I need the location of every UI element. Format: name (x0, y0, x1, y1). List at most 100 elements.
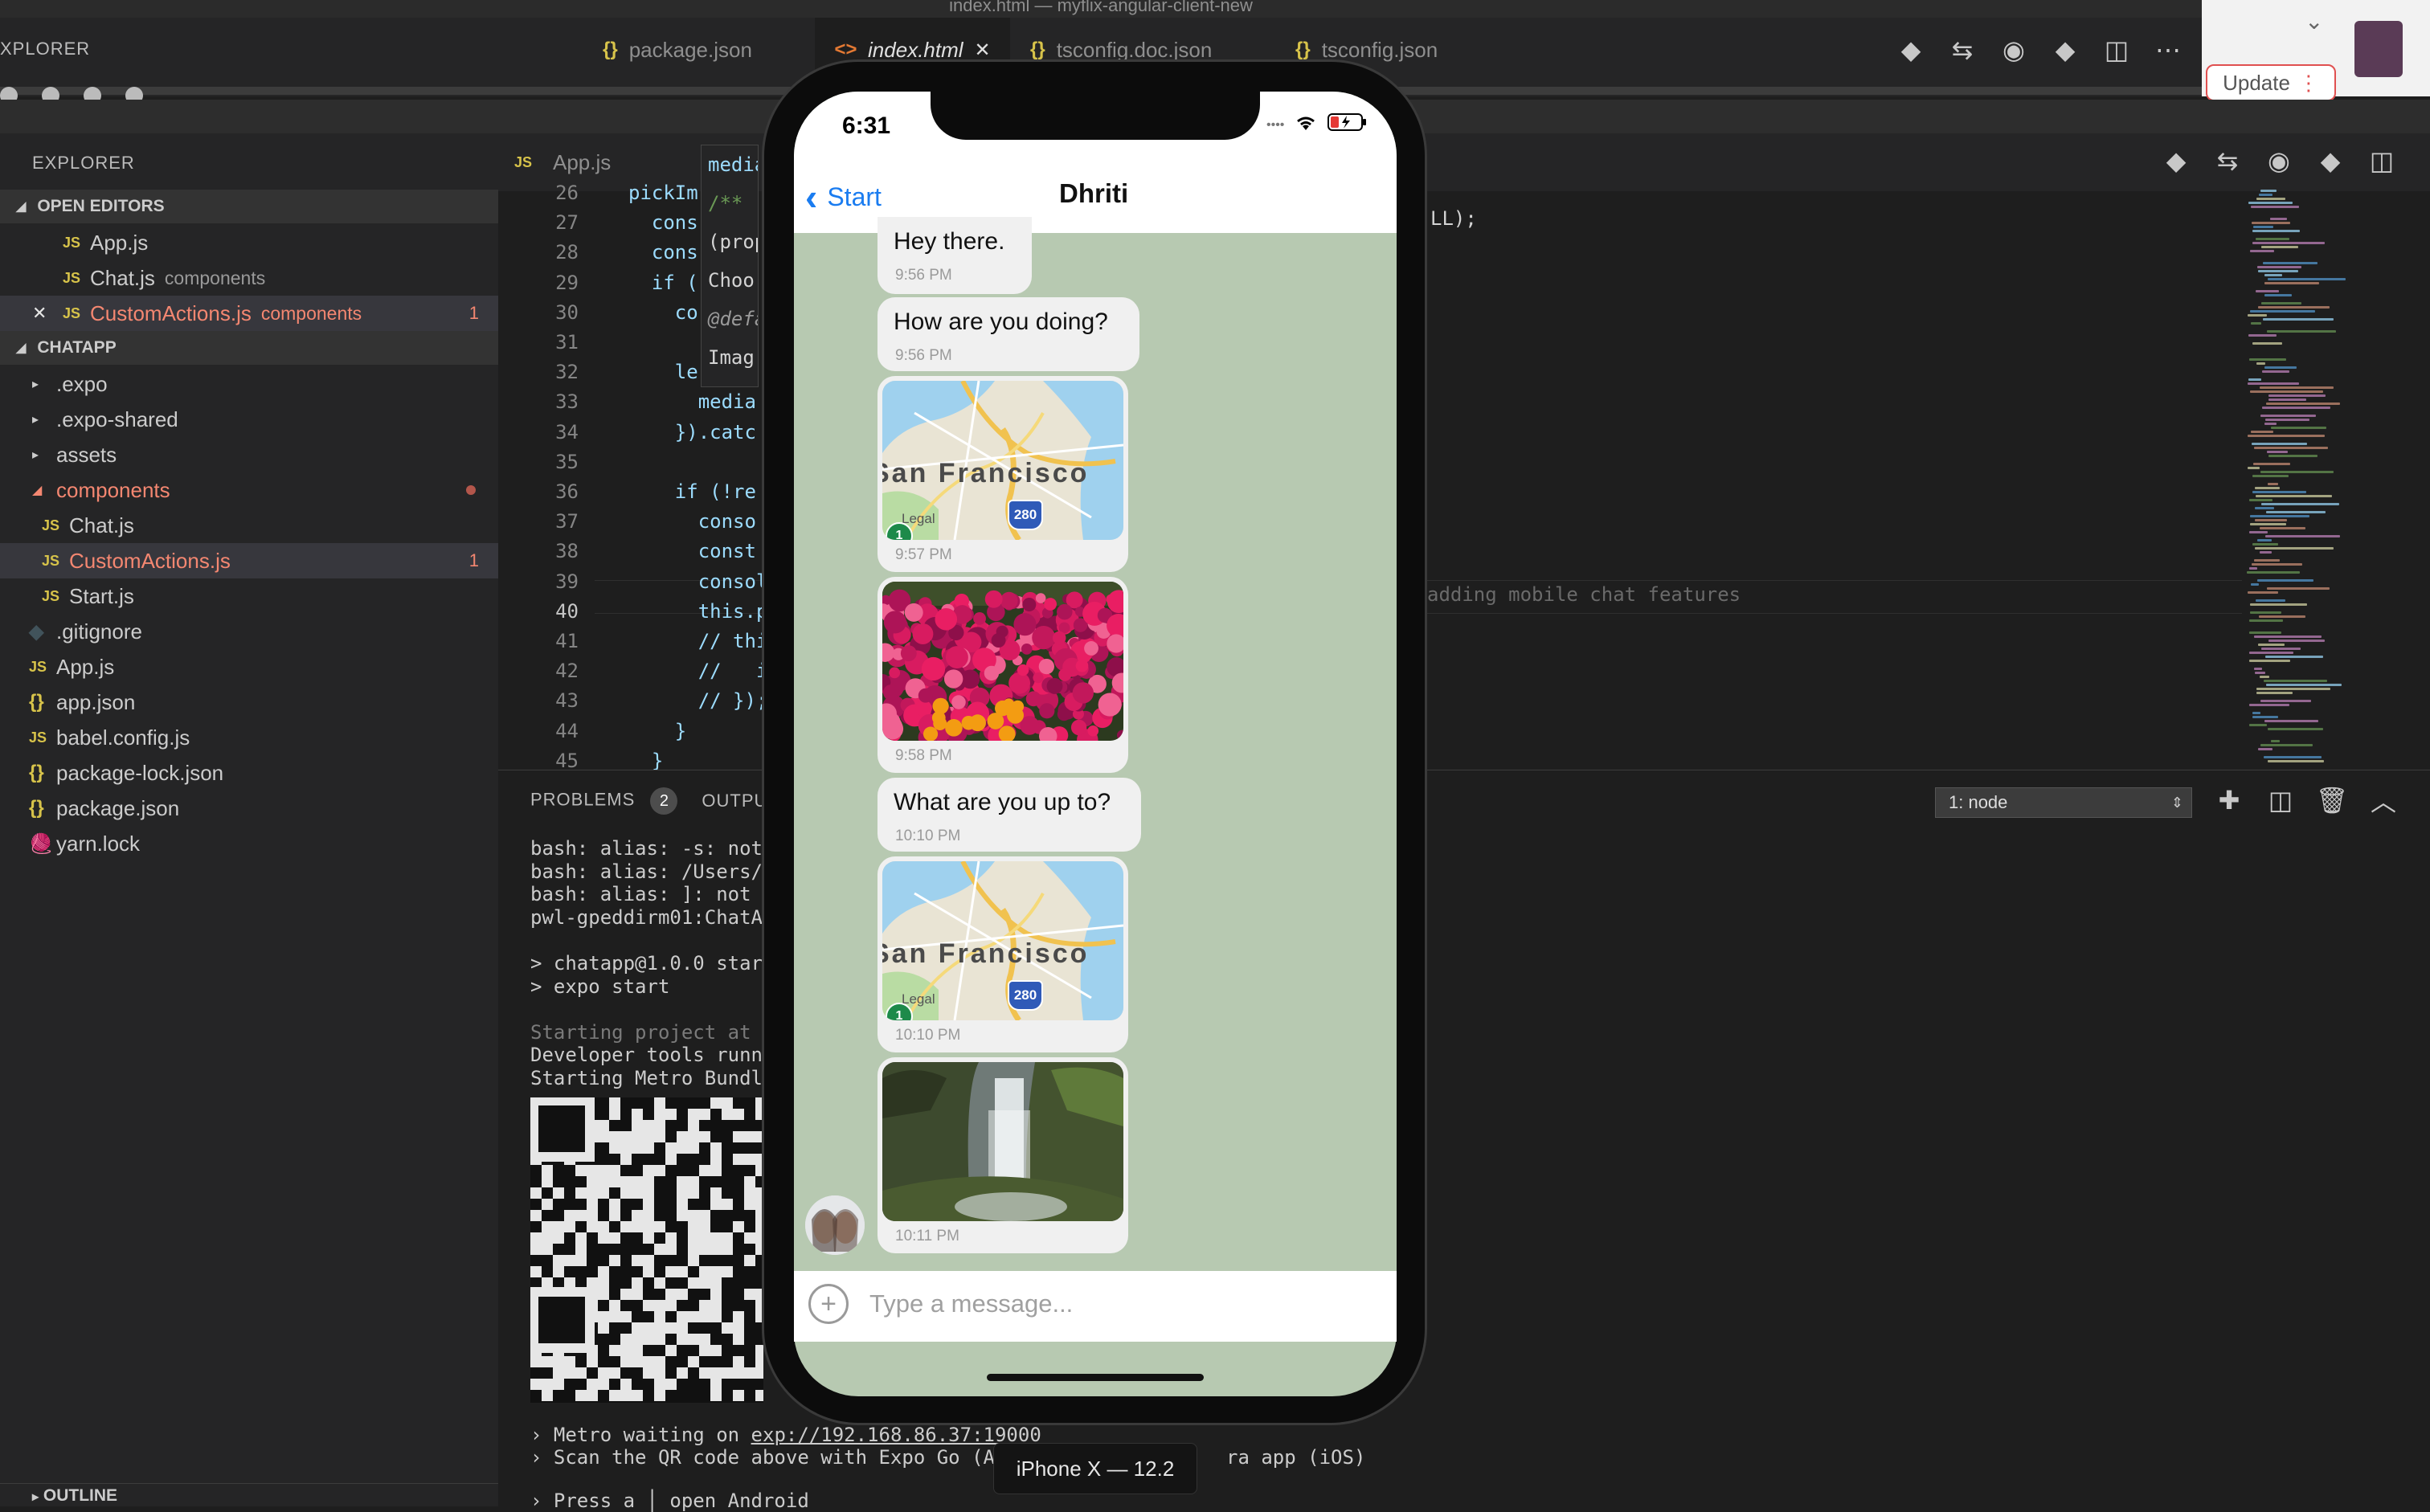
qr-module (575, 1390, 587, 1401)
minimap[interactable] (2242, 190, 2403, 768)
open-preview-icon[interactable]: ◉ (1991, 27, 2036, 72)
qr-module (598, 1289, 609, 1300)
git-diff-icon[interactable]: ◆ (1888, 27, 1933, 72)
code-line-tail: LL); (1430, 207, 1477, 230)
tab-problems[interactable]: PROBLEMS 2 (530, 787, 678, 815)
tree-file-chat-js[interactable]: JS Chat.js (0, 508, 498, 543)
qr-module (710, 1097, 722, 1109)
flower (1072, 682, 1094, 704)
qr-module (609, 1131, 620, 1142)
qr-module (542, 1199, 553, 1210)
qr-module (632, 1131, 643, 1142)
terminal-line: bash: alias: /Users/g (530, 860, 775, 883)
split-terminal-icon[interactable]: ◫ (2258, 778, 2303, 823)
more-actions-icon[interactable]: ⋯ (2146, 27, 2191, 72)
message-bubble-image[interactable]: 9:58 PM (878, 577, 1128, 773)
tree-file-start-js[interactable]: JS Start.js (0, 578, 498, 614)
open-editors-header[interactable]: ◢ OPEN EDITORS (0, 190, 498, 223)
tree-folder-components[interactable]: ◢ components (0, 472, 498, 508)
tree-file-gitignore[interactable]: ◆ .gitignore (0, 614, 498, 649)
message-bubble-image[interactable]: 10:11 PM (878, 1057, 1128, 1253)
message-bubble-location[interactable]: San Francisco Legal 280 1 9:57 PM (878, 376, 1128, 572)
tree-file-package-json[interactable]: {} package.json (0, 791, 498, 826)
qr-module (654, 1367, 665, 1379)
open-editor-chat-js[interactable]: JS Chat.js components (0, 260, 498, 296)
message-bubble[interactable]: Hey there. 9:56 PM (878, 217, 1032, 294)
tree-file-yarn-lock[interactable]: 🧶 yarn.lock (0, 826, 498, 861)
suggestion-popup[interactable]: media /** (prop Choo @defa Imag (701, 145, 759, 387)
minimap-line (2250, 603, 2307, 606)
qr-module (654, 1277, 665, 1289)
tree-file-package-lock[interactable]: {} package-lock.json (0, 755, 498, 791)
suggestion-item[interactable]: Imag (702, 338, 758, 377)
close-icon[interactable]: ✕ (32, 303, 63, 324)
open-preview-icon[interactable]: ◉ (2256, 138, 2301, 183)
minimap-line (2248, 334, 2277, 337)
close-icon[interactable]: ✕ (975, 39, 991, 62)
minimap-line (2252, 563, 2302, 566)
back-tab-package-json[interactable]: {} package.json (603, 18, 752, 82)
suggestion-item[interactable]: Choo (702, 261, 758, 300)
code-line: } (628, 750, 664, 772)
minimap-line (2261, 648, 2301, 650)
outline-label[interactable]: ▸ OUTLINE (32, 1486, 117, 1506)
qr-module (530, 1379, 542, 1390)
message-input[interactable] (868, 1282, 1369, 1326)
git-diff-icon[interactable]: ◆ (2154, 138, 2199, 183)
trash-icon[interactable]: 🗑 (2309, 778, 2354, 823)
tree-folder-expo[interactable]: ▸ .expo (0, 366, 498, 402)
qr-module (643, 1142, 654, 1154)
open-editor-app-js[interactable]: JS App.js (0, 225, 498, 260)
terminal-select[interactable]: 1: node ⇕ (1935, 787, 2192, 818)
tree-file-babel-config[interactable]: JS babel.config.js (0, 720, 498, 755)
add-action-button[interactable]: + (808, 1284, 849, 1324)
message-bubble-location[interactable]: San Francisco Legal 280 1 10:10 PM (878, 856, 1128, 1052)
json-braces-icon: {} (1295, 39, 1311, 60)
back-button[interactable]: ‹ Start (805, 178, 882, 215)
qr-module (643, 1367, 654, 1379)
qr-module (654, 1165, 665, 1176)
update-button[interactable]: Update ⋮ (2206, 64, 2336, 101)
git-commit-icon[interactable]: ◆ (2043, 27, 2088, 72)
map-thumbnail[interactable]: San Francisco Legal 280 1 (882, 861, 1123, 1020)
suggestion-item[interactable]: (prop (702, 223, 758, 261)
home-indicator[interactable] (987, 1374, 1204, 1381)
minimap-line (2252, 222, 2290, 224)
compare-changes-icon[interactable]: ⇆ (2205, 138, 2250, 183)
line-number: 39 (555, 570, 579, 593)
flower (1017, 664, 1029, 676)
json-braces-icon: {} (603, 39, 618, 60)
suggestion-item[interactable]: @defa (702, 300, 758, 338)
tree-file-app-js[interactable]: JS App.js (0, 649, 498, 684)
split-editor-icon[interactable]: ◫ (2359, 138, 2404, 183)
tree-folder-assets[interactable]: ▸ assets (0, 437, 498, 472)
suggestion-item[interactable]: media (702, 145, 758, 184)
chevron-down-icon[interactable]: ⌄ (2305, 8, 2323, 35)
flower (984, 665, 1000, 681)
tree-file-customactions-js[interactable]: JS CustomActions.js 1 (0, 543, 498, 578)
qr-finder (529, 1096, 595, 1162)
qr-module (710, 1289, 722, 1300)
message-bubble[interactable]: What are you up to? 10:10 PM (878, 778, 1141, 852)
compare-changes-icon[interactable]: ⇆ (1940, 27, 1985, 72)
suggestion-item[interactable]: /** (702, 184, 758, 223)
waterfall-photo[interactable] (882, 1062, 1123, 1221)
message-bubble[interactable]: How are you doing? 9:56 PM (878, 297, 1139, 371)
minimap-line (2255, 672, 2265, 674)
json-braces-icon: {} (29, 762, 44, 783)
split-editor-icon[interactable]: ◫ (2094, 27, 2139, 72)
plus-icon[interactable]: ✚ (2207, 778, 2252, 823)
map-thumbnail[interactable]: San Francisco Legal 280 1 (882, 381, 1123, 540)
tab-output[interactable]: OUTPU (702, 791, 767, 811)
code-line: } (628, 720, 687, 742)
qr-module (654, 1221, 665, 1232)
avatar[interactable] (805, 1195, 865, 1255)
tree-file-app-json[interactable]: {} app.json (0, 684, 498, 720)
flower-photo[interactable] (882, 582, 1123, 741)
open-editor-customactions-js[interactable]: ✕ JS CustomActions.js components 1 (0, 296, 498, 331)
project-header[interactable]: ◢ CHATAPP (0, 331, 498, 365)
chevron-up-icon[interactable]: ︿ (2361, 778, 2406, 823)
tree-folder-expo-shared[interactable]: ▸ .expo-shared (0, 402, 498, 437)
qr-module (755, 1345, 767, 1356)
git-commit-icon[interactable]: ◆ (2308, 138, 2353, 183)
